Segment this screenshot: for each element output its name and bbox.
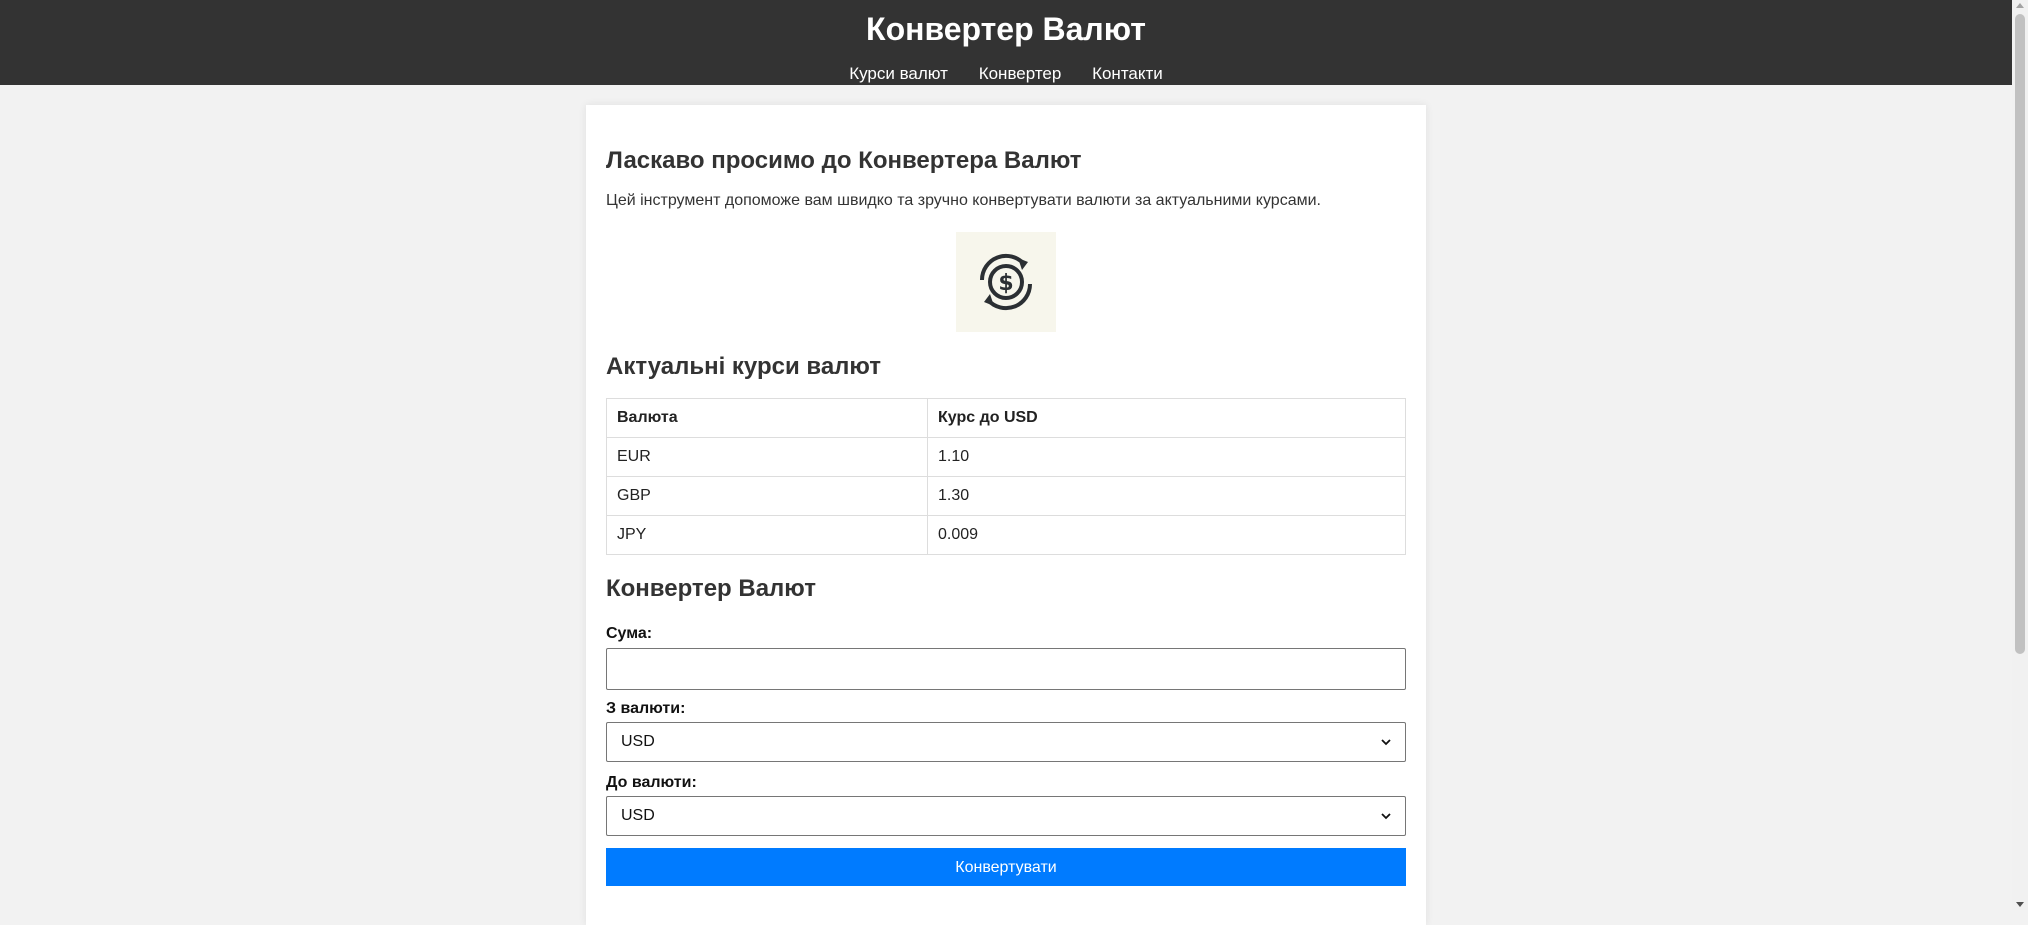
amount-label: Сума: <box>606 625 653 642</box>
intro-text: Цей інструмент допоможе вам швидко та зр… <box>606 192 1321 209</box>
rates-heading: Актуальні курси валют <box>606 353 882 380</box>
page-scrollbar[interactable] <box>2012 0 2028 910</box>
rate-cell: 1.10 <box>927 437 1406 477</box>
scroll-up-arrow-icon[interactable] <box>2016 3 2024 8</box>
chevron-down-icon <box>1381 813 1391 820</box>
rate-cell: 0.009 <box>927 515 1406 555</box>
currency-logo: $ <box>956 232 1056 332</box>
from-currency-select[interactable]: USD <box>606 722 1406 762</box>
site-title: Конвертер Валют <box>866 11 1146 47</box>
to-currency-select[interactable]: USD <box>606 796 1406 836</box>
scroll-down-arrow-icon[interactable] <box>2016 902 2024 907</box>
currency-cell: EUR <box>606 437 928 477</box>
main-card: Ласкаво просимо до Конвертера Валют Цей … <box>586 105 1426 925</box>
welcome-heading: Ласкаво просимо до Конвертера Валют <box>606 147 1082 174</box>
amount-input[interactable] <box>606 648 1406 690</box>
svg-text:$: $ <box>998 271 1013 296</box>
converter-heading: Конвертер Валют <box>606 575 816 602</box>
scrollbar-thumb[interactable] <box>2015 14 2025 654</box>
rates-table: Валюта Курс до USD EUR 1.10 GBP 1.30 JPY… <box>606 398 1406 555</box>
convert-button[interactable]: Конвертувати <box>606 848 1406 886</box>
table-row: EUR 1.10 <box>606 437 1406 477</box>
from-currency-label: З валюти: <box>606 700 686 717</box>
main-nav: Курси валют Конвертер Контакти <box>0 64 2012 84</box>
nav-link-rates[interactable]: Курси валют <box>849 64 948 83</box>
currency-exchange-icon: $ <box>979 253 1033 311</box>
rate-cell: 1.30 <box>927 476 1406 516</box>
chevron-down-icon <box>1381 739 1391 746</box>
column-header-currency: Валюта <box>606 398 928 438</box>
from-currency-value: USD <box>621 733 655 750</box>
table-row: JPY 0.009 <box>606 515 1406 555</box>
table-row: GBP 1.30 <box>606 476 1406 516</box>
site-header: Конвертер Валют Курси валют Конвертер Ко… <box>0 0 2012 85</box>
currency-cell: JPY <box>606 515 928 555</box>
nav-link-contacts[interactable]: Контакти <box>1092 64 1163 83</box>
nav-link-converter[interactable]: Конвертер <box>979 64 1062 83</box>
table-header-row: Валюта Курс до USD <box>606 398 1406 438</box>
to-currency-label: До валюти: <box>606 774 697 791</box>
to-currency-value: USD <box>621 807 655 824</box>
column-header-rate: Курс до USD <box>927 398 1406 438</box>
currency-cell: GBP <box>606 476 928 516</box>
